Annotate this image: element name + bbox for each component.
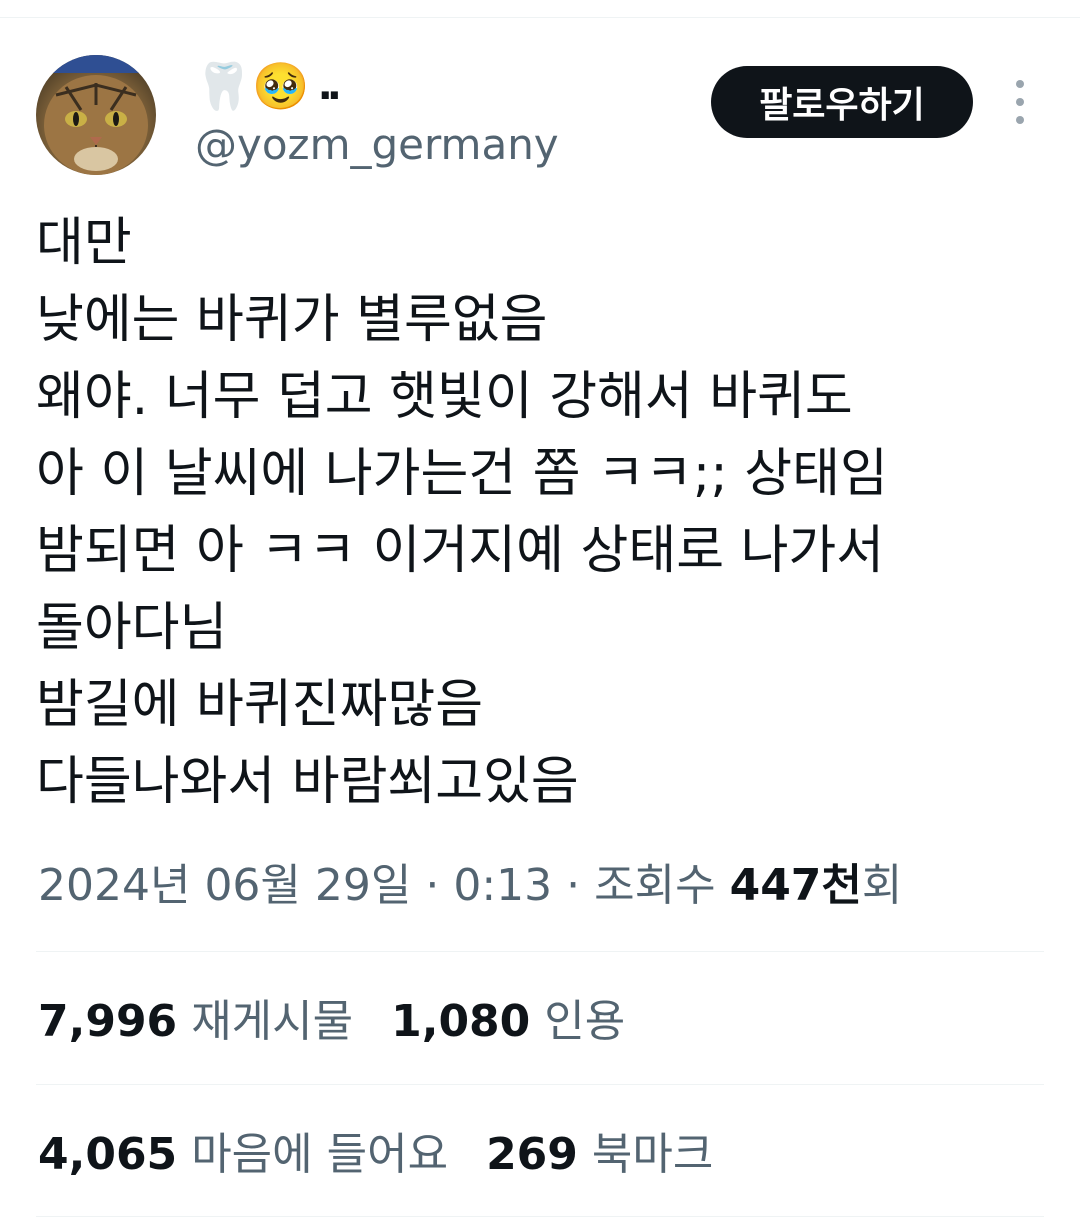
bookmarks-stat[interactable]: 269 북마크 [486,1123,713,1187]
tweet-line: 다들나와서 바람쐬고있음 [36,752,579,812]
views-count: 447천 [729,860,862,911]
quotes-stat[interactable]: 1,080 인용 [391,990,625,1054]
display-name-suffix: .. [317,63,343,109]
follow-button[interactable]: 팔로우하기 [711,66,973,138]
quotes-label: 인용 [544,996,626,1047]
tweet-line: 밤길에 바퀴진짜많음 [36,675,484,735]
tweet-meta: 2024년 06월 29일 · 0:13 · 조회수 447천회 [38,854,902,918]
divider [36,951,1044,952]
user-handle[interactable]: @yozm_germany [195,117,559,173]
more-dot [1016,80,1024,88]
reposts-count: 7,996 [38,996,178,1047]
meta-separator: · [552,860,595,911]
tweet-date[interactable]: 2024년 06월 29일 [38,860,411,911]
divider [36,1084,1044,1085]
display-name[interactable]: 🦷🥹 .. [195,58,343,114]
tweet-line: 왜야. 너무 덥고 햇빛이 강해서 바퀴도 [36,367,853,427]
likes-count: 4,065 [38,1129,178,1180]
tweet-line: 돌아다님 [36,598,228,658]
tweet-line: 대만 [36,213,132,273]
reposts-stat[interactable]: 7,996 재게시물 [38,990,353,1054]
tweet-line: 낮에는 바퀴가 별루없음 [36,290,548,350]
views-label: 조회수 [594,860,716,911]
meta-separator: · [411,860,454,911]
bookmarks-label: 북마크 [591,1129,714,1180]
tweet-line: 아 이 날씨에 나가는건 쫌 ㅋㅋ;; 상태임 [36,444,888,504]
tweet-time[interactable]: 0:13 [453,860,552,911]
likes-stat[interactable]: 4,065 마음에 들어요 [38,1123,448,1187]
stats-row-likes: 4,065 마음에 들어요 269 북마크 [38,1123,751,1187]
tweet-text: 대만 낮에는 바퀴가 별루없음 왜야. 너무 덥고 햇빛이 강해서 바퀴도 아 … [36,205,1026,821]
more-dot [1016,98,1024,106]
views-unit: 회 [861,860,903,911]
quotes-count: 1,080 [391,996,531,1047]
bookmarks-count: 269 [486,1129,578,1180]
stats-row-reposts: 7,996 재게시물 1,080 인용 [38,990,663,1054]
cat-avatar-icon [36,55,156,175]
avatar[interactable] [36,55,156,175]
display-name-emojis: 🦷🥹 [195,59,310,113]
likes-label: 마음에 들어요 [191,1129,449,1180]
more-vertical-icon[interactable] [1004,80,1036,124]
reposts-label: 재게시물 [191,996,354,1047]
top-divider [0,17,1080,18]
tweet-line: 밤되면 아 ㅋㅋ 이거지예 상태로 나가서 [36,521,885,581]
more-dot [1016,116,1024,124]
divider [36,1216,1044,1217]
